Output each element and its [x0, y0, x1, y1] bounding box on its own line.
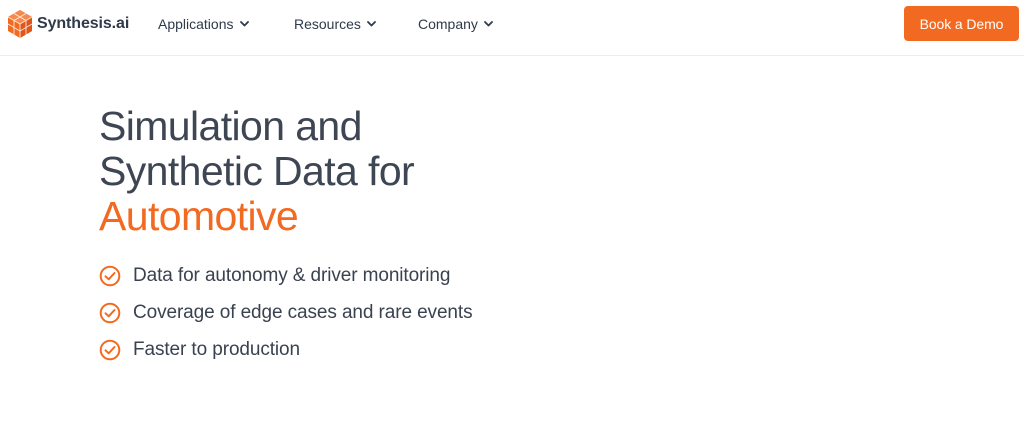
hero-title-accent: Automotive: [99, 193, 299, 239]
brand-name: Synthesis.ai: [37, 15, 130, 32]
hexagon-cube-icon: [7, 10, 33, 38]
check-circle-icon: [99, 265, 121, 287]
feature-text: Coverage of edge cases and rare events: [133, 302, 473, 323]
nav-company-label: Company: [418, 16, 478, 32]
chevron-down-icon: [367, 21, 376, 27]
feature-item: Data for autonomy & driver monitoring: [99, 264, 472, 288]
feature-text: Faster to production: [133, 339, 300, 360]
chevron-down-icon: [239, 21, 249, 27]
hero-title: Simulation and Synthetic Data for Automo…: [99, 104, 659, 239]
hero-title-line-1: Simulation and: [99, 103, 362, 149]
nav-applications-label: Applications: [158, 16, 234, 32]
check-circle-icon: [99, 339, 121, 361]
brand-logo[interactable]: Synthesis.ai: [6, 9, 129, 39]
check-circle-icon: [99, 302, 121, 324]
hero-title-line-2: Synthetic Data for: [99, 148, 415, 194]
nav-applications[interactable]: Applications: [158, 14, 249, 34]
feature-list: Data for autonomy & driver monitoring Co…: [99, 264, 473, 375]
nav-resources-label: Resources: [294, 16, 361, 32]
nav-company[interactable]: Company: [418, 14, 493, 34]
site-header: Synthesis.ai Applications Resources Comp…: [0, 0, 1024, 56]
feature-item: Faster to production: [99, 338, 472, 362]
feature-item: Coverage of edge cases and rare events: [99, 301, 473, 325]
nav-resources[interactable]: Resources: [294, 14, 376, 34]
feature-text: Data for autonomy & driver monitoring: [133, 265, 451, 286]
chevron-down-icon: [484, 21, 493, 27]
book-demo-button[interactable]: Book a Demo: [904, 6, 1019, 41]
